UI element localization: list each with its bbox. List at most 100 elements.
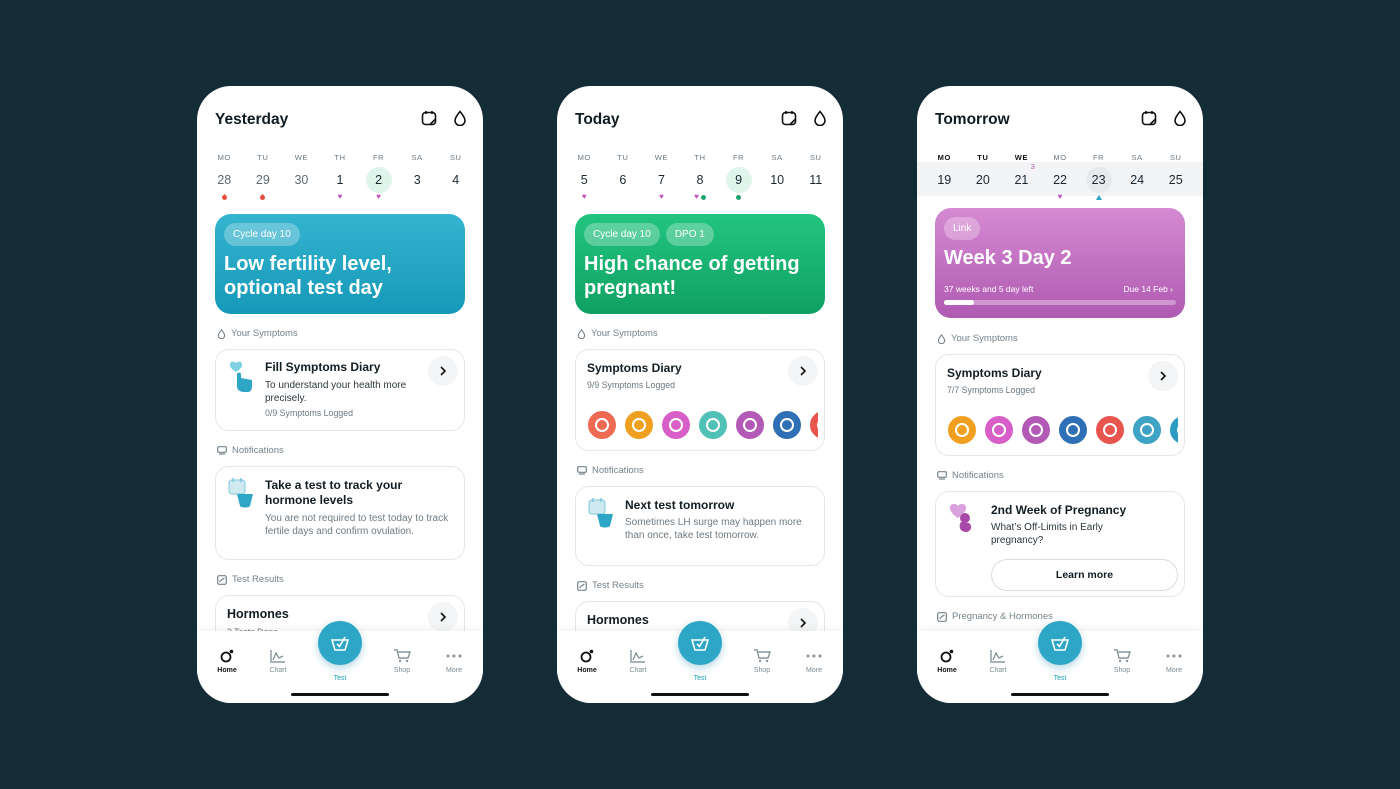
test-cup-icon [228, 478, 253, 508]
day-sunday[interactable]: SU 25 [1156, 152, 1195, 201]
weekday-label: SU [1169, 153, 1182, 162]
week-strip: MO 28 TU 29 WE 30 TH 1 ♥ FR 2 ♥ SA 3 SU 4 [205, 152, 475, 201]
test-fab-button[interactable] [1038, 621, 1082, 665]
symptom-icon[interactable] [946, 414, 978, 446]
pregnancy-banner[interactable]: Link Week 3 Day 2 37 weeks and 5 day lef… [935, 208, 1185, 318]
symptom-icon[interactable] [734, 409, 766, 441]
day-friday[interactable]: FR 9 [719, 152, 758, 201]
day-thursday[interactable]: TH 1 ♥ [321, 152, 360, 201]
tab-chart[interactable]: Chart [978, 649, 1018, 674]
tab-shop[interactable]: Shop [382, 649, 422, 674]
notification-card[interactable]: 2nd Week of Pregnancy What’s Off-Limits … [935, 491, 1185, 597]
calendar-icon[interactable] [1141, 110, 1157, 126]
day-tuesday[interactable]: TU 20 [964, 152, 1003, 201]
symptom-icon[interactable] [623, 409, 655, 441]
tab-more[interactable]: More [794, 649, 834, 674]
drop-icon[interactable] [453, 110, 467, 126]
tab-test[interactable]: Test [320, 671, 360, 682]
tab-test[interactable]: Test [1040, 671, 1080, 682]
fertility-banner[interactable]: Cycle day 10 Low fertility level, option… [215, 214, 465, 314]
day-monday[interactable]: MO 19 [925, 152, 964, 201]
section-label: Notifications [232, 445, 284, 456]
tab-more[interactable]: More [1154, 649, 1194, 674]
link-pill[interactable]: Link [944, 217, 981, 240]
day-saturday[interactable]: SA 3 [398, 152, 437, 201]
symptom-icon[interactable] [660, 409, 692, 441]
symptom-icon[interactable] [697, 409, 729, 441]
symptom-icon[interactable] [983, 414, 1015, 446]
weekday-label: WE [654, 153, 669, 162]
test-fab-button[interactable] [318, 621, 362, 665]
symptom-icon[interactable] [808, 409, 818, 441]
section-notifications: Notifications [937, 470, 1004, 481]
day-monday[interactable]: MO 28 [205, 152, 244, 201]
calendar-icon[interactable] [781, 110, 797, 126]
header: Today [575, 108, 827, 132]
day-wednesday[interactable]: WE 21 3 [1002, 152, 1041, 201]
section-your-symptoms: Your Symptoms [217, 328, 298, 339]
card-title: Hormones [587, 613, 649, 627]
drop-icon[interactable] [1173, 110, 1187, 126]
symptom-icon[interactable] [1094, 414, 1126, 446]
day-wednesday[interactable]: WE 7 ♥ [642, 152, 681, 201]
tab-chart[interactable]: Chart [258, 649, 298, 674]
day-saturday[interactable]: SA 10 [758, 152, 797, 201]
calendar-icon[interactable] [421, 110, 437, 126]
day-saturday[interactable]: SA 24 [1118, 152, 1157, 201]
tab-test[interactable]: Test [680, 671, 720, 682]
day-wednesday[interactable]: WE 30 [282, 152, 321, 201]
day-number-selected: 23 [1085, 167, 1112, 193]
chevron-right-icon[interactable] [428, 356, 458, 386]
fertility-banner[interactable]: Cycle day 10 DPO 1 High chance of gettin… [575, 214, 825, 314]
tab-shop[interactable]: Shop [1102, 649, 1142, 674]
chevron-right-icon[interactable] [428, 602, 458, 632]
day-sunday[interactable]: SU 11 [796, 152, 835, 201]
notification-card[interactable]: Take a test to track your hormone levels… [215, 466, 465, 560]
day-number: 30 [294, 173, 309, 187]
card-description: What’s Off-Limits in Early pregnancy? [991, 522, 1103, 546]
weekday-label: TU [257, 153, 269, 162]
day-number: 19 [937, 173, 952, 187]
card-title: Take a test to track your hormone levels [265, 478, 403, 507]
tab-home[interactable]: Home [927, 649, 967, 674]
heart-icon: ♥ [376, 192, 381, 201]
notification-card[interactable]: Next test tomorrow Sometimes LH surge ma… [575, 486, 825, 566]
symptom-icon[interactable] [1020, 414, 1052, 446]
day-number: 11 [809, 173, 823, 187]
chart-box-icon [937, 611, 947, 622]
tab-label: More [1166, 667, 1182, 674]
drop-icon[interactable] [813, 110, 827, 126]
day-friday[interactable]: FR 23 [1079, 152, 1118, 201]
chevron-right-icon[interactable] [788, 356, 818, 386]
due-date-link[interactable]: Due 14 Feb › [1123, 284, 1173, 294]
symptom-icon[interactable] [1131, 414, 1163, 446]
symptom-icon[interactable] [771, 409, 803, 441]
section-your-symptoms: Your Symptoms [577, 328, 658, 339]
symptom-icon[interactable] [586, 409, 618, 441]
symptom-icon[interactable] [1057, 414, 1089, 446]
weekday-label: FR [733, 153, 745, 162]
tab-chart[interactable]: Chart [618, 649, 658, 674]
day-tuesday[interactable]: TU 29 [244, 152, 283, 201]
day-monday-2[interactable]: MO 22 ♥ [1041, 152, 1080, 201]
day-number: 20 [975, 173, 990, 187]
cart-icon [1114, 649, 1131, 663]
day-thursday[interactable]: TH 8 ♥ [681, 152, 720, 201]
tab-home[interactable]: Home [207, 649, 247, 674]
day-monday[interactable]: MO 5 ♥ [565, 152, 604, 201]
day-sunday[interactable]: SU 4 [436, 152, 475, 201]
day-tuesday[interactable]: TU 6 [604, 152, 643, 201]
day-friday[interactable]: FR 2 ♥ [359, 152, 398, 201]
learn-more-button[interactable]: Learn more [991, 559, 1178, 591]
symptoms-diary-card[interactable]: Fill Symptoms Diary To understand your h… [215, 349, 465, 431]
tab-shop[interactable]: Shop [742, 649, 782, 674]
symptoms-diary-card[interactable]: Symptoms Diary 9/9 Symptoms Logged [575, 349, 825, 451]
chevron-right-icon[interactable] [1148, 361, 1178, 391]
symptom-icon[interactable] [1168, 414, 1178, 446]
tab-bar: Home Chart Test Shop More [557, 621, 843, 703]
tab-home[interactable]: Home [567, 649, 607, 674]
weekday-label: FR [1093, 153, 1105, 162]
tab-more[interactable]: More [434, 649, 474, 674]
symptoms-diary-card[interactable]: Symptoms Diary 7/7 Symptoms Logged [935, 354, 1185, 456]
test-fab-button[interactable] [678, 621, 722, 665]
